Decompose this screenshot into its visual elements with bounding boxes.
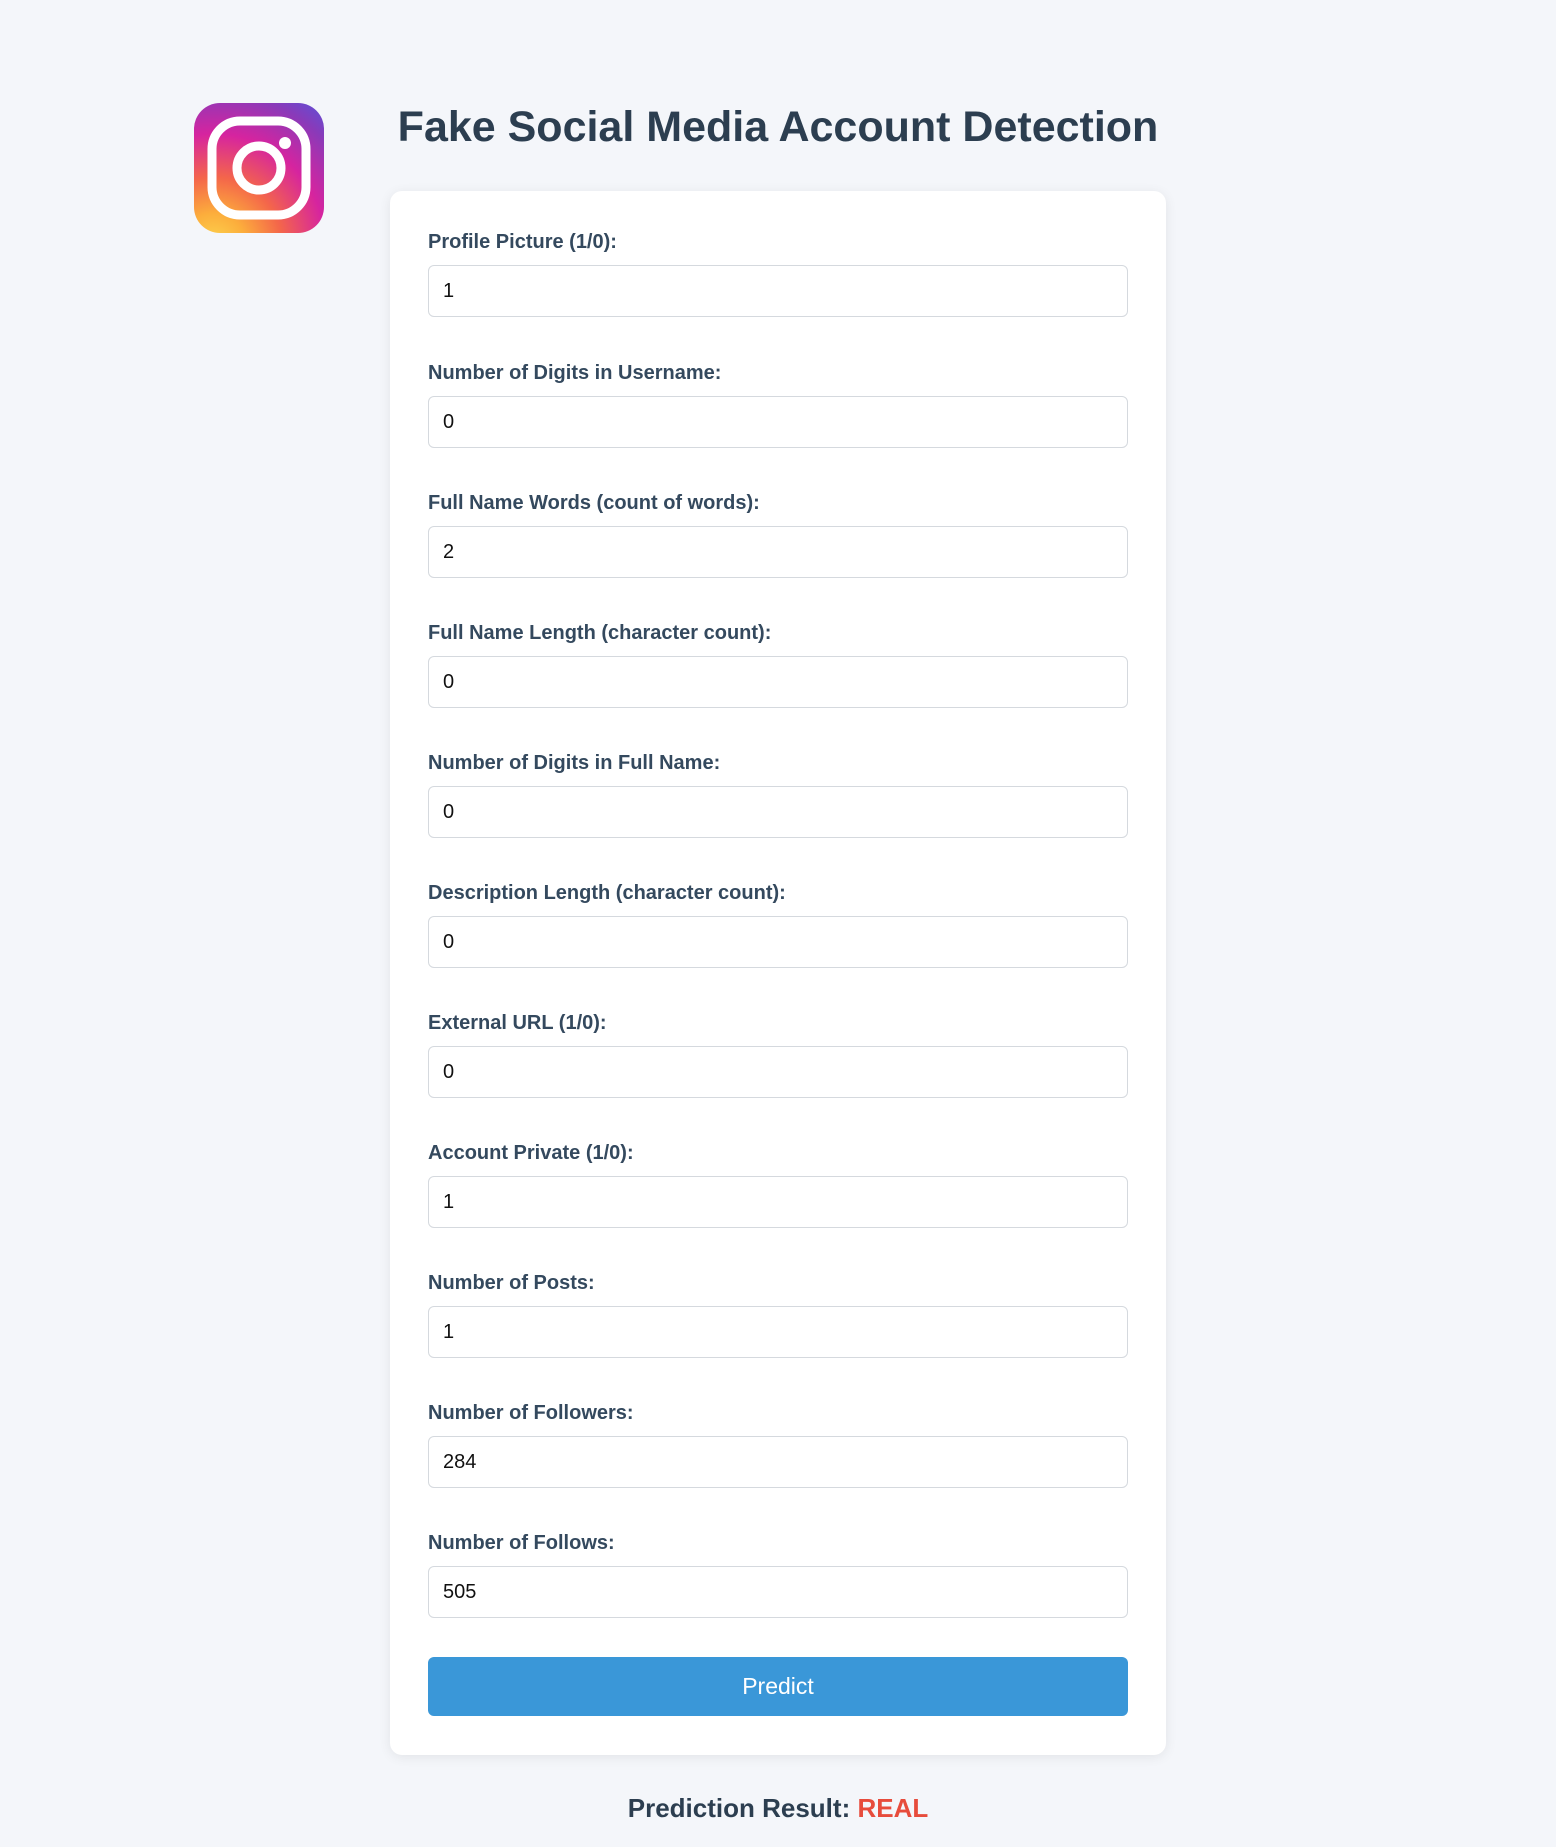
field-description-length: Description Length (character count): <box>428 880 1128 968</box>
field-number-follows: Number of Follows: <box>428 1530 1128 1618</box>
field-label: Full Name Words (count of words): <box>428 492 760 514</box>
number-posts-input[interactable] <box>428 1306 1128 1358</box>
account-private-input[interactable] <box>428 1176 1128 1228</box>
field-label: Number of Followers: <box>428 1402 634 1424</box>
field-fullname-words: Full Name Words (count of words): <box>428 490 1128 578</box>
field-label: Number of Digits in Full Name: <box>428 752 721 774</box>
field-account-private: Account Private (1/0): <box>428 1140 1128 1228</box>
field-digits-fullname: Number of Digits in Full Name: <box>428 750 1128 838</box>
description-length-input[interactable] <box>428 916 1128 968</box>
detection-form: Profile Picture (1/0): Number of Digits … <box>390 191 1166 1755</box>
field-number-followers: Number of Followers: <box>428 1400 1128 1488</box>
prediction-result-label: Prediction Result: <box>627 1793 851 1823</box>
field-label: Number of Posts: <box>428 1272 595 1294</box>
field-digits-username: Number of Digits in Username: <box>428 360 1128 448</box>
digits-username-input[interactable] <box>428 396 1128 448</box>
page-title: Fake Social Media Account Detection <box>397 103 1159 151</box>
field-label: External URL (1/0): <box>428 1012 607 1034</box>
field-label: Account Private (1/0): <box>428 1142 634 1164</box>
external-url-input[interactable] <box>428 1046 1128 1098</box>
instagram-logo-icon <box>194 103 324 233</box>
field-label: Full Name Length (character count): <box>428 622 772 644</box>
number-followers-input[interactable] <box>428 1436 1128 1488</box>
field-label: Profile Picture (1/0): <box>428 231 617 253</box>
field-fullname-length: Full Name Length (character count): <box>428 620 1128 708</box>
profile-picture-input[interactable] <box>428 265 1128 317</box>
page: Fake Social Media Account Detection Prof… <box>0 0 1556 1847</box>
field-label: Number of Follows: <box>428 1532 615 1554</box>
field-external-url: External URL (1/0): <box>428 1010 1128 1098</box>
digits-fullname-input[interactable] <box>428 786 1128 838</box>
field-label: Number of Digits in Username: <box>428 362 722 384</box>
fullname-words-input[interactable] <box>428 526 1128 578</box>
prediction-result: Prediction Result: REAL <box>390 1793 1166 1824</box>
field-label: Description Length (character count): <box>428 882 786 904</box>
predict-button[interactable]: Predict <box>428 1657 1128 1716</box>
fullname-length-input[interactable] <box>428 656 1128 708</box>
field-profile-picture: Profile Picture (1/0): <box>428 229 1128 317</box>
field-number-posts: Number of Posts: <box>428 1270 1128 1358</box>
number-follows-input[interactable] <box>428 1566 1128 1618</box>
prediction-result-value: REAL <box>857 1793 929 1823</box>
